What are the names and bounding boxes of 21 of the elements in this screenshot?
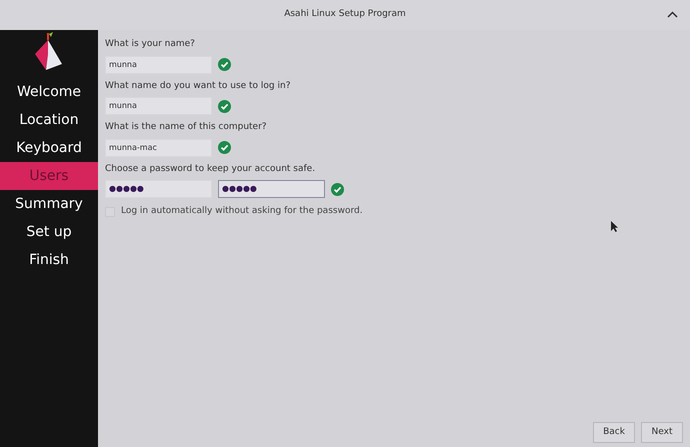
- checkbox-label: Log in automatically without asking for the password.: [121, 205, 363, 218]
- window-title: Asahi Linux Setup Program: [284, 8, 406, 22]
- nav-button[interactable]: Next: [641, 422, 683, 443]
- sidebar-item[interactable]: Finish: [0, 246, 98, 274]
- nav-button[interactable]: Back: [593, 422, 635, 443]
- cursor-icon: [610, 220, 619, 233]
- input-field[interactable]: munna-mac: [105, 138, 212, 156]
- sidebar-item[interactable]: Summary: [0, 190, 98, 218]
- field-label: Choose a password to keep your account safe.: [105, 162, 316, 176]
- input-field[interactable]: ●●●●●: [105, 180, 212, 198]
- sidebar-item[interactable]: Keyboard: [0, 134, 98, 162]
- sidebar-item[interactable]: Welcome: [0, 78, 98, 106]
- sidebar-item[interactable]: Location: [0, 106, 98, 134]
- input-field[interactable]: munna: [105, 97, 212, 115]
- field-label: What is the name of this computer?: [105, 121, 268, 134]
- input-field[interactable]: munna: [105, 56, 212, 74]
- field-label: What name do you want to use to log in?: [105, 80, 292, 92]
- input-field[interactable]: ●●●●●: [218, 180, 325, 198]
- collapse-icon[interactable]: [667, 11, 678, 18]
- sidebar-item[interactable]: Set up: [0, 218, 98, 246]
- field-label: What is your name?: [105, 38, 196, 51]
